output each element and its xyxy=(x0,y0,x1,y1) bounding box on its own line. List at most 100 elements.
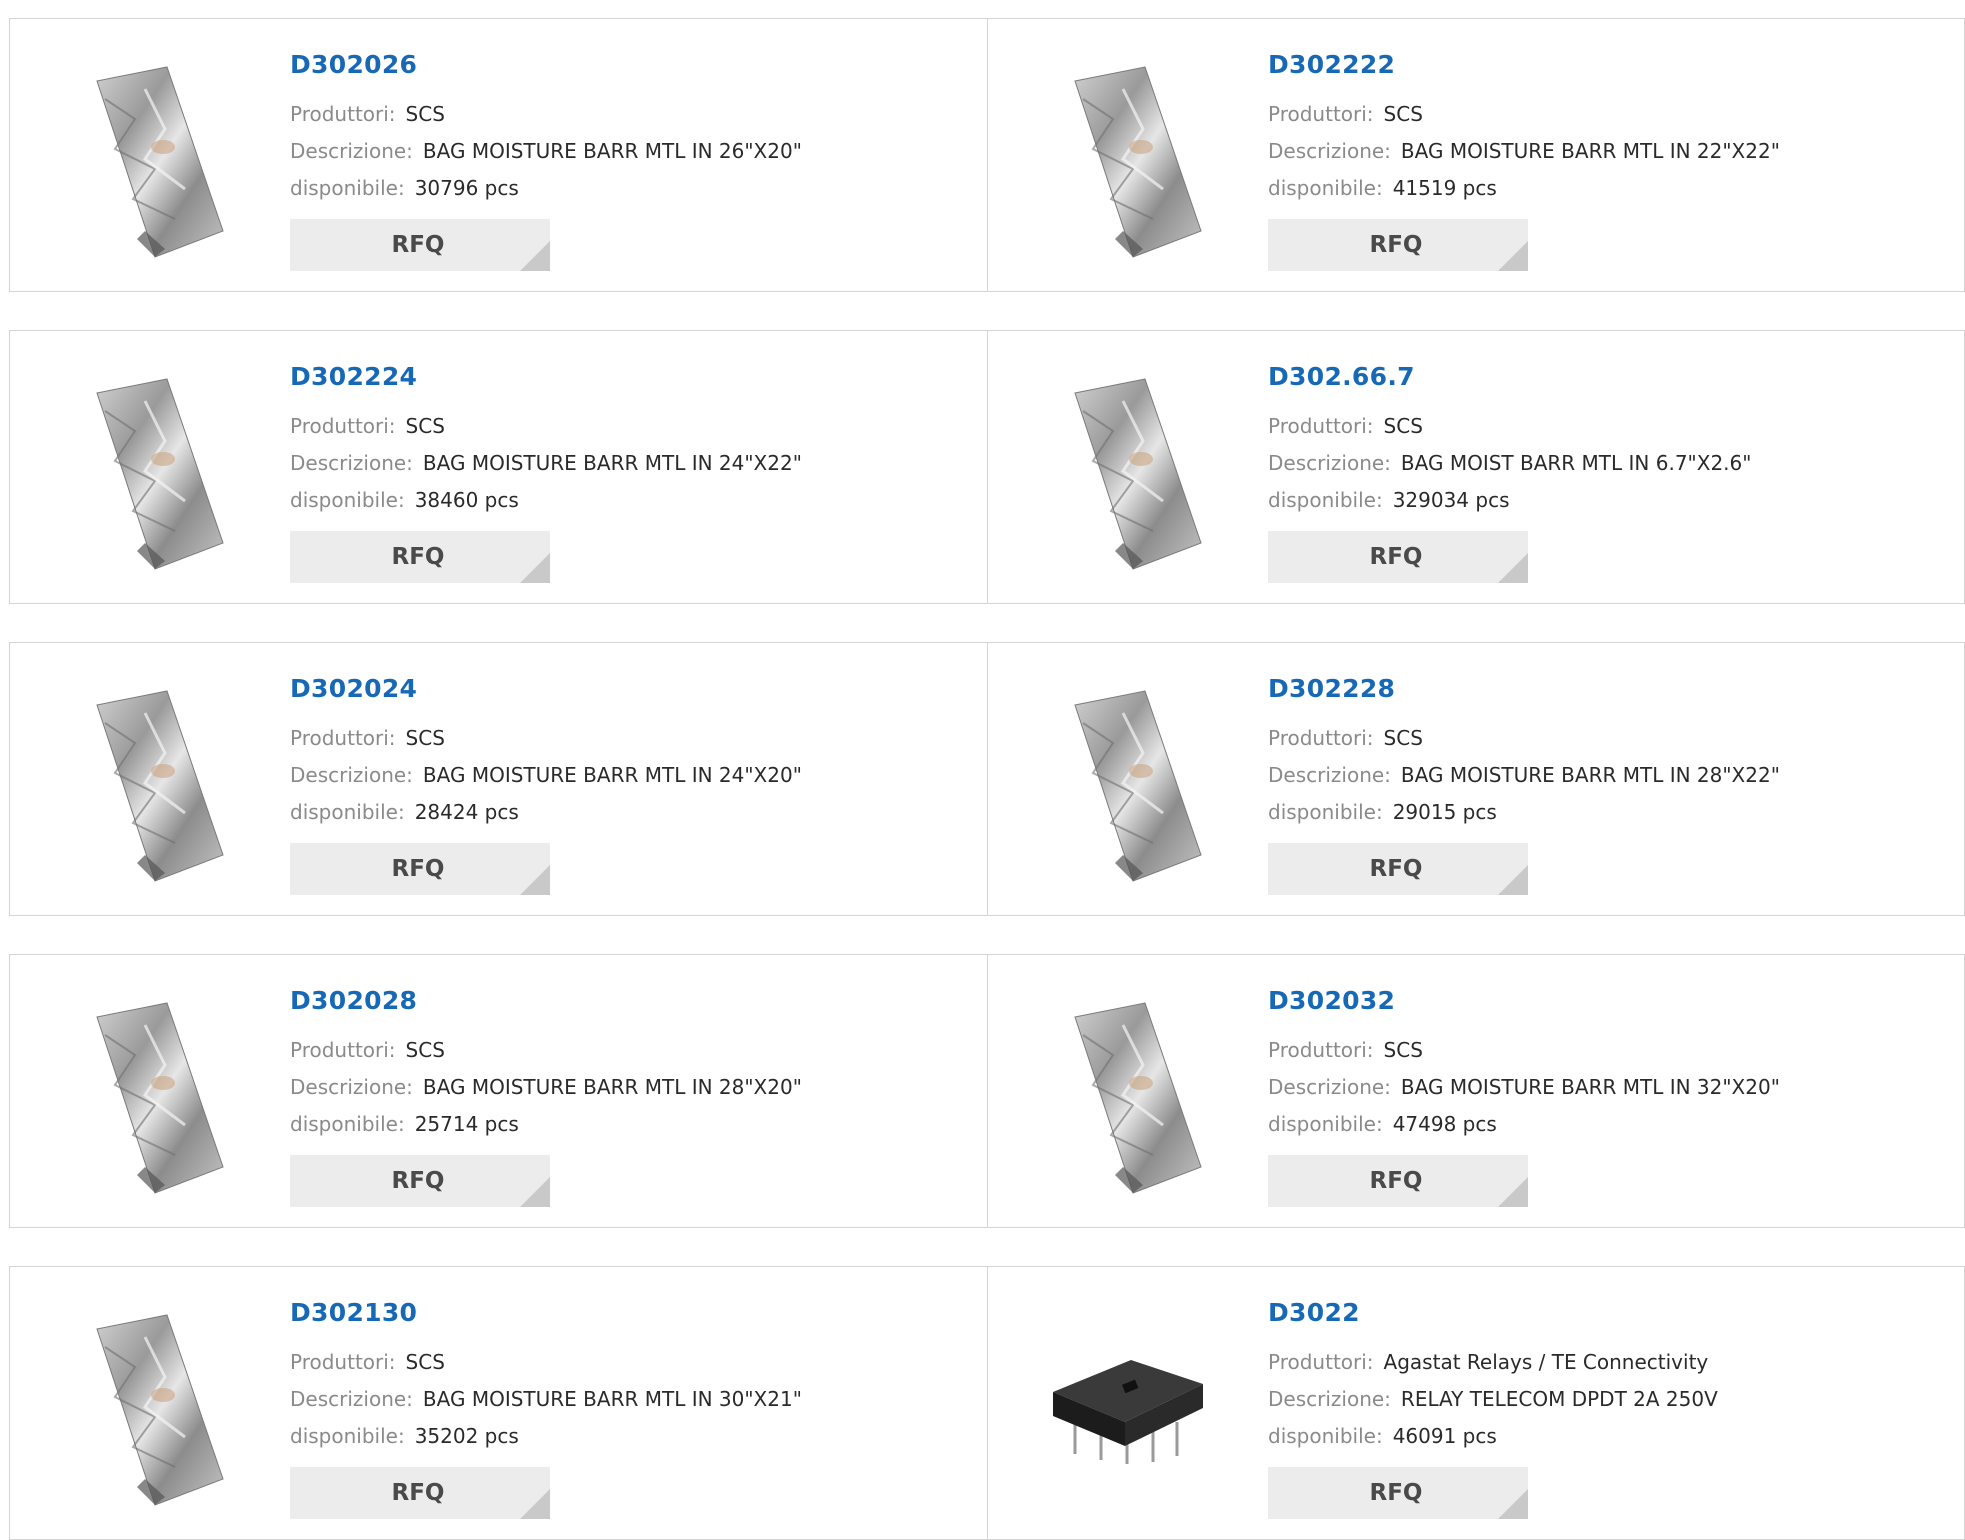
stock-row: disponibile: 38460 pcs xyxy=(290,488,519,512)
description-value: BAG MOISTURE BARR MTL IN 24"X20" xyxy=(422,763,802,787)
description-row: Descrizione: BAG MOISTURE BARR MTL IN 26"… xyxy=(290,139,802,163)
description-value: BAG MOISTURE BARR MTL IN 26"X20" xyxy=(422,139,802,163)
stock-label: disponibile: xyxy=(290,488,405,512)
relay-icon[interactable] xyxy=(1028,1307,1228,1507)
manufacturer-row: Produttori: SCS xyxy=(290,1038,445,1062)
stock-label: disponibile: xyxy=(290,800,405,824)
product-part-link[interactable]: D302.66.7 xyxy=(1268,362,1415,391)
description-label: Descrizione: xyxy=(1268,1075,1391,1099)
bag-icon[interactable] xyxy=(50,1307,250,1507)
manufacturer-label: Produttori: xyxy=(1268,1350,1374,1374)
stock-value: 47498 pcs xyxy=(1392,1112,1497,1136)
manufacturer-value: SCS xyxy=(405,1038,445,1062)
product-grid: D302026 Produttori: SCS Descrizione: BAG M… xyxy=(0,0,1965,1540)
stock-row: disponibile: 28424 pcs xyxy=(290,800,519,824)
description-value: BAG MOISTURE BARR MTL IN 30"X21" xyxy=(422,1387,802,1411)
description-row: Descrizione: BAG MOISTURE BARR MTL IN 30"… xyxy=(290,1387,802,1411)
product-part-link[interactable]: D302224 xyxy=(290,362,417,391)
corner-decoration xyxy=(520,553,550,583)
stock-value: 28424 pcs xyxy=(414,800,519,824)
manufacturer-value: SCS xyxy=(1383,102,1423,126)
product-part-link[interactable]: D302032 xyxy=(1268,986,1395,1015)
corner-decoration xyxy=(1498,1177,1528,1207)
description-value: BAG MOISTURE BARR MTL IN 32"X20" xyxy=(1400,1075,1780,1099)
manufacturer-row: Produttori: SCS xyxy=(1268,726,1423,750)
description-label: Descrizione: xyxy=(290,1075,413,1099)
description-value: RELAY TELECOM DPDT 2A 250V xyxy=(1400,1387,1718,1411)
rfq-button-label: RFQ xyxy=(1369,856,1423,882)
manufacturer-value: SCS xyxy=(405,726,445,750)
stock-row: disponibile: 35202 pcs xyxy=(290,1424,519,1448)
rfq-button[interactable]: RFQ xyxy=(1268,219,1528,271)
product-card: D302028 Produttori: SCS Descrizione: BAG M… xyxy=(9,954,988,1228)
description-label: Descrizione: xyxy=(1268,1387,1391,1411)
rfq-button[interactable]: RFQ xyxy=(1268,531,1528,583)
rfq-button[interactable]: RFQ xyxy=(290,1155,550,1207)
stock-row: disponibile: 25714 pcs xyxy=(290,1112,519,1136)
stock-row: disponibile: 30796 pcs xyxy=(290,176,519,200)
stock-value: 29015 pcs xyxy=(1392,800,1497,824)
manufacturer-row: Produttori: SCS xyxy=(290,1350,445,1374)
rfq-button[interactable]: RFQ xyxy=(290,219,550,271)
manufacturer-label: Produttori: xyxy=(290,726,396,750)
stock-value: 35202 pcs xyxy=(414,1424,519,1448)
manufacturer-label: Produttori: xyxy=(290,1350,396,1374)
product-card: D302222 Produttori: SCS Descrizione: BAG M… xyxy=(988,18,1965,292)
stock-value: 38460 pcs xyxy=(414,488,519,512)
stock-value: 30796 pcs xyxy=(414,176,519,200)
rfq-button-label: RFQ xyxy=(1369,1168,1423,1194)
product-part-link[interactable]: D302130 xyxy=(290,1298,417,1327)
stock-label: disponibile: xyxy=(290,1424,405,1448)
bag-icon[interactable] xyxy=(50,371,250,571)
product-card: D302224 Produttori: SCS Descrizione: BAG M… xyxy=(9,330,988,604)
product-card: D302032 Produttori: SCS Descrizione: BAG M… xyxy=(988,954,1965,1228)
bag-icon[interactable] xyxy=(1028,995,1228,1195)
bag-icon[interactable] xyxy=(50,59,250,259)
stock-value: 329034 pcs xyxy=(1392,488,1510,512)
rfq-button[interactable]: RFQ xyxy=(290,1467,550,1519)
manufacturer-row: Produttori: SCS xyxy=(1268,1038,1423,1062)
rfq-button[interactable]: RFQ xyxy=(1268,1155,1528,1207)
stock-row: disponibile: 47498 pcs xyxy=(1268,1112,1497,1136)
rfq-button[interactable]: RFQ xyxy=(1268,1467,1528,1519)
product-part-link[interactable]: D302222 xyxy=(1268,50,1395,79)
stock-label: disponibile: xyxy=(290,1112,405,1136)
rfq-button-label: RFQ xyxy=(391,544,445,570)
product-row: D302224 Produttori: SCS Descrizione: BAG M… xyxy=(9,330,1965,604)
manufacturer-value: SCS xyxy=(405,102,445,126)
description-value: BAG MOIST BARR MTL IN 6.7"X2.6" xyxy=(1400,451,1752,475)
rfq-button[interactable]: RFQ xyxy=(290,843,550,895)
stock-label: disponibile: xyxy=(290,176,405,200)
description-row: Descrizione: BAG MOIST BARR MTL IN 6.7"X2… xyxy=(1268,451,1751,475)
corner-decoration xyxy=(1498,1489,1528,1519)
bag-icon[interactable] xyxy=(1028,59,1228,259)
description-row: Descrizione: BAG MOISTURE BARR MTL IN 24"… xyxy=(290,763,802,787)
product-part-link[interactable]: D3022 xyxy=(1268,1298,1360,1327)
product-part-link[interactable]: D302026 xyxy=(290,50,417,79)
manufacturer-value: SCS xyxy=(405,1350,445,1374)
bag-icon[interactable] xyxy=(1028,683,1228,883)
product-card: D302024 Produttori: SCS Descrizione: BAG M… xyxy=(9,642,988,916)
product-card: D302130 Produttori: SCS Descrizione: BAG M… xyxy=(9,1266,988,1540)
description-value: BAG MOISTURE BARR MTL IN 28"X22" xyxy=(1400,763,1780,787)
bag-icon[interactable] xyxy=(50,683,250,883)
stock-label: disponibile: xyxy=(1268,1424,1383,1448)
rfq-button[interactable]: RFQ xyxy=(1268,843,1528,895)
manufacturer-value: Agastat Relays / TE Connectivity xyxy=(1383,1350,1709,1374)
product-card: D302228 Produttori: SCS Descrizione: BAG M… xyxy=(988,642,1965,916)
product-part-link[interactable]: D302024 xyxy=(290,674,417,703)
product-row: D302130 Produttori: SCS Descrizione: BAG M… xyxy=(9,1266,1965,1540)
rfq-button-label: RFQ xyxy=(1369,232,1423,258)
product-part-link[interactable]: D302028 xyxy=(290,986,417,1015)
corner-decoration xyxy=(520,241,550,271)
manufacturer-label: Produttori: xyxy=(290,102,396,126)
bag-icon[interactable] xyxy=(1028,371,1228,571)
bag-icon[interactable] xyxy=(50,995,250,1195)
rfq-button[interactable]: RFQ xyxy=(290,531,550,583)
rfq-button-label: RFQ xyxy=(391,1480,445,1506)
description-label: Descrizione: xyxy=(1268,763,1391,787)
manufacturer-label: Produttori: xyxy=(1268,726,1374,750)
manufacturer-label: Produttori: xyxy=(1268,1038,1374,1062)
product-part-link[interactable]: D302228 xyxy=(1268,674,1395,703)
product-row: D302024 Produttori: SCS Descrizione: BAG M… xyxy=(9,642,1965,916)
